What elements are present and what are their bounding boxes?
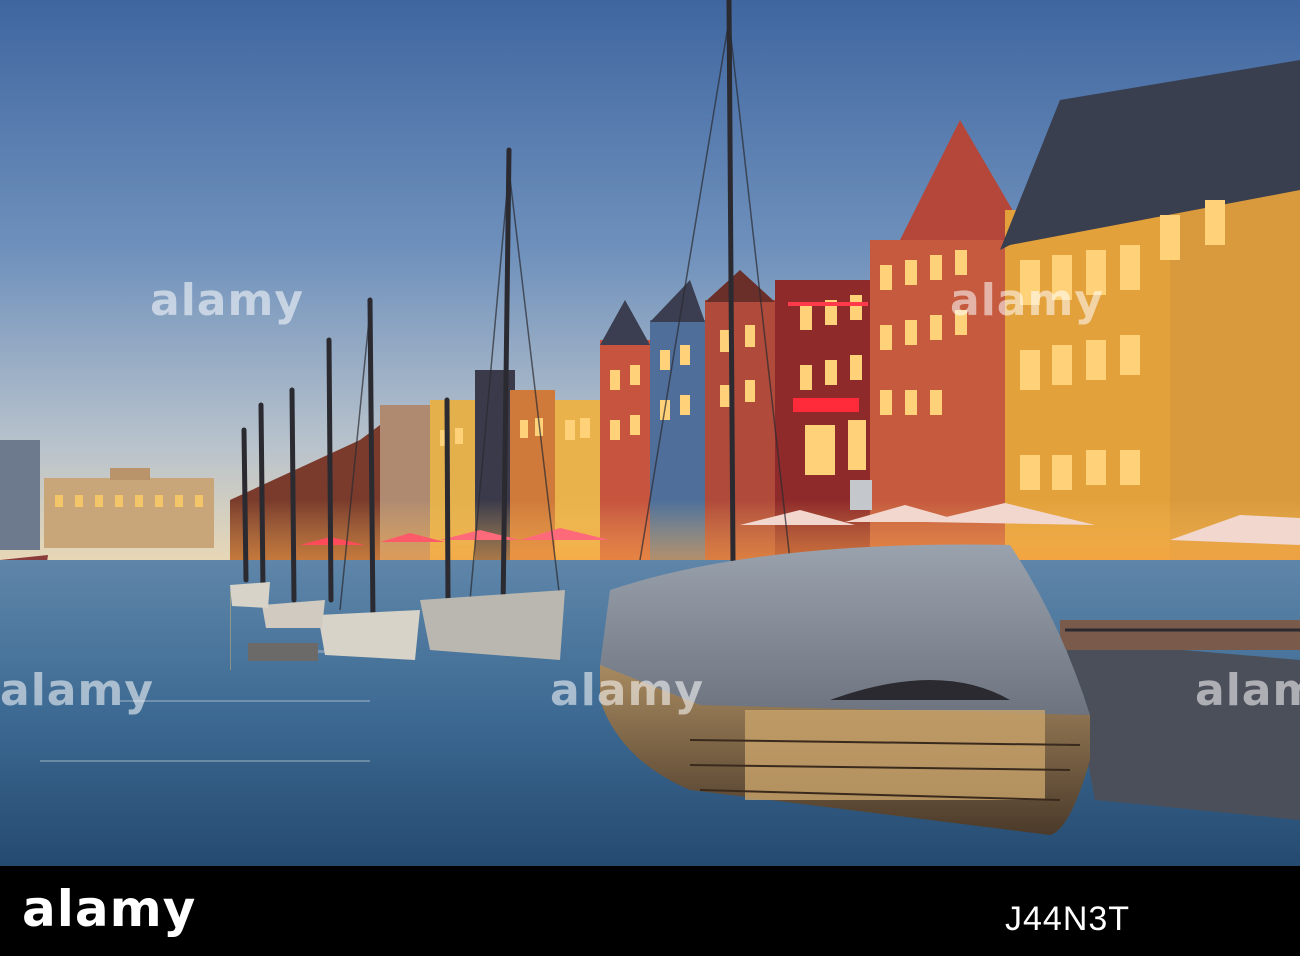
image-id: J44N3T: [1005, 900, 1131, 938]
distant-palace: [44, 468, 214, 548]
photo: alamy alamy alamy alamy alamy: [0, 0, 1300, 866]
neon-sign: [793, 398, 859, 412]
alamy-logo: alamy: [22, 880, 197, 938]
quay: [1060, 620, 1300, 820]
nyhavn-canal-scene: [0, 0, 1300, 866]
